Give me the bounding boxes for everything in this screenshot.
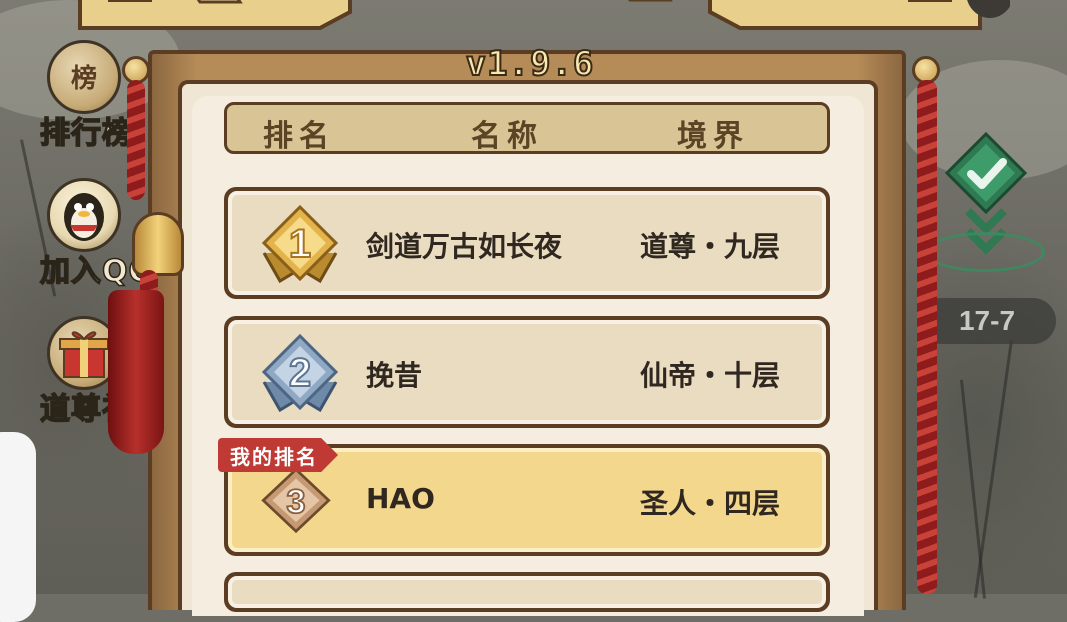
left-tassel <box>108 290 164 454</box>
my-rank-tag: 我的排名 <box>218 438 338 472</box>
leaderboard-button[interactable]: 榜 排行榜 <box>39 40 133 152</box>
row-face: 1 剑道万古如长夜 道尊・九层 <box>228 191 826 295</box>
row-face: 2 挽昔 仙帝・十层 <box>228 320 826 424</box>
svg-text:1: 1 <box>289 222 311 266</box>
svg-text:榜: 榜 <box>71 63 97 94</box>
silver-medal-icon: 2 <box>261 333 339 413</box>
penguin-icon <box>47 178 121 252</box>
checkmark-diamond-icon[interactable] <box>945 132 1027 214</box>
leaderboard-row-4-partial[interactable] <box>224 572 830 612</box>
header-realm: 境界 <box>677 119 749 154</box>
player-name: HAO <box>366 482 435 515</box>
leaderboard-row-1[interactable]: 1 剑道万古如长夜 道尊・九层 <box>224 187 830 299</box>
player-name: 挽昔 <box>366 359 423 392</box>
leaderboard-row-2[interactable]: 2 挽昔 仙帝・十层 <box>224 316 830 428</box>
right-rope <box>917 80 937 594</box>
game-version: v1.9.6 <box>465 43 595 85</box>
header-rank: 排名 <box>263 119 335 154</box>
player-realm: 圣人・四层 <box>639 487 780 520</box>
bell-ornament <box>132 212 184 276</box>
join-qq-group-button[interactable]: 加入QQ群 <box>39 178 186 290</box>
svg-text:2: 2 <box>289 351 311 395</box>
header-name: 名称 <box>471 119 543 154</box>
player-name: 剑道万古如长夜 <box>366 230 563 263</box>
left-rope <box>127 80 145 200</box>
stage-level-badge: 17-7 <box>918 298 1056 344</box>
row-face <box>228 576 826 608</box>
leaderboard-header: 排名 名称 境界 <box>224 102 830 154</box>
svg-text:3: 3 <box>286 483 305 521</box>
destination-ring <box>925 232 1045 272</box>
gold-medal-icon: 1 <box>261 204 339 284</box>
player-realm: 仙帝・十层 <box>639 359 780 392</box>
bronze-medal-icon: 3 <box>261 467 331 534</box>
player-realm: 道尊・九层 <box>639 230 780 263</box>
